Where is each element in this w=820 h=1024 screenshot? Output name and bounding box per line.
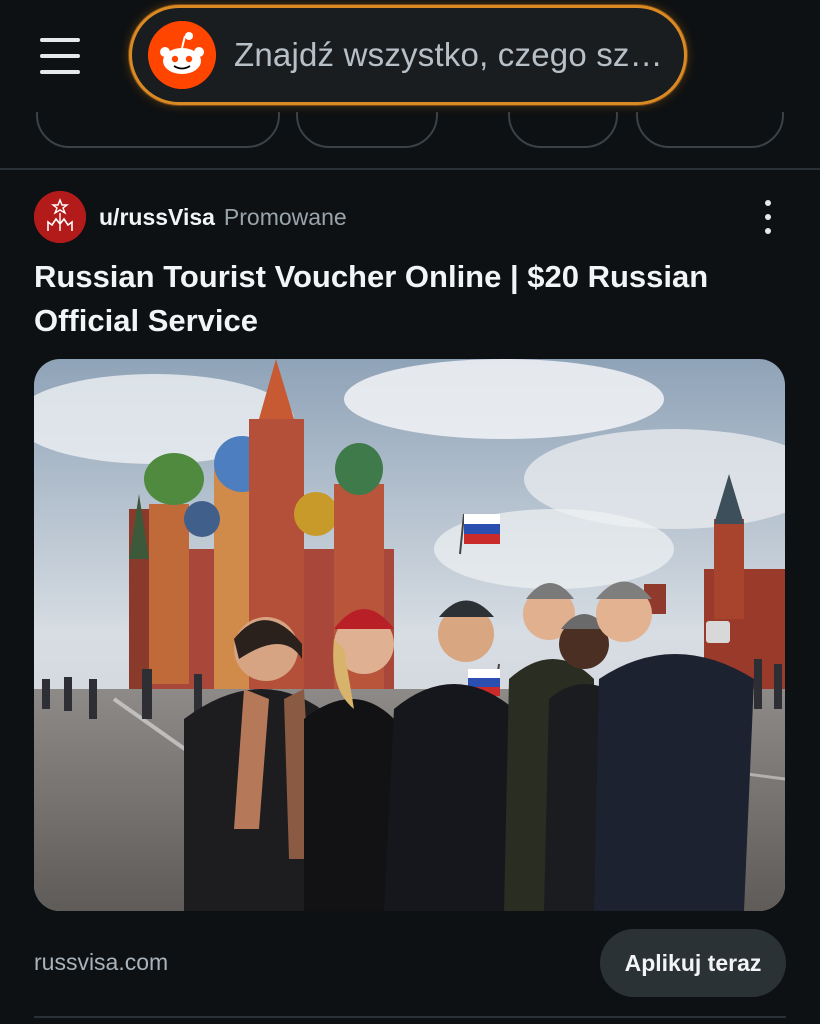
kremlin-tower-icon[interactable] <box>34 191 86 243</box>
top-bar: Znajdź wszystko, czego sz… <box>0 0 820 112</box>
search-input-placeholder[interactable]: Znajdź wszystko, czego sz… <box>234 36 663 74</box>
post-header: u/russVisa Promowane <box>34 191 794 243</box>
search-bar[interactable]: Znajdź wszystko, czego sz… <box>129 5 687 105</box>
filter-chip[interactable] <box>636 112 784 148</box>
hamburger-menu-icon[interactable] <box>40 38 80 74</box>
vertical-ellipsis-icon[interactable] <box>754 200 782 234</box>
filter-chip[interactable] <box>296 112 438 148</box>
ad-domain-link[interactable]: russvisa.com <box>34 949 168 976</box>
filter-chip[interactable] <box>508 112 618 148</box>
divider <box>34 1016 786 1018</box>
promoted-label: Promowane <box>223 203 347 230</box>
author-username[interactable]: u/russVisa <box>99 204 215 231</box>
filter-chip[interactable] <box>36 112 280 148</box>
divider <box>0 168 820 170</box>
apply-now-button[interactable]: Aplikuj teraz <box>600 929 786 997</box>
reddit-snoo-icon <box>148 21 216 89</box>
ad-image[interactable] <box>34 359 785 911</box>
post-title[interactable]: Russian Tourist Voucher Online | $20 Rus… <box>34 255 774 343</box>
filter-chip-row <box>0 112 820 170</box>
